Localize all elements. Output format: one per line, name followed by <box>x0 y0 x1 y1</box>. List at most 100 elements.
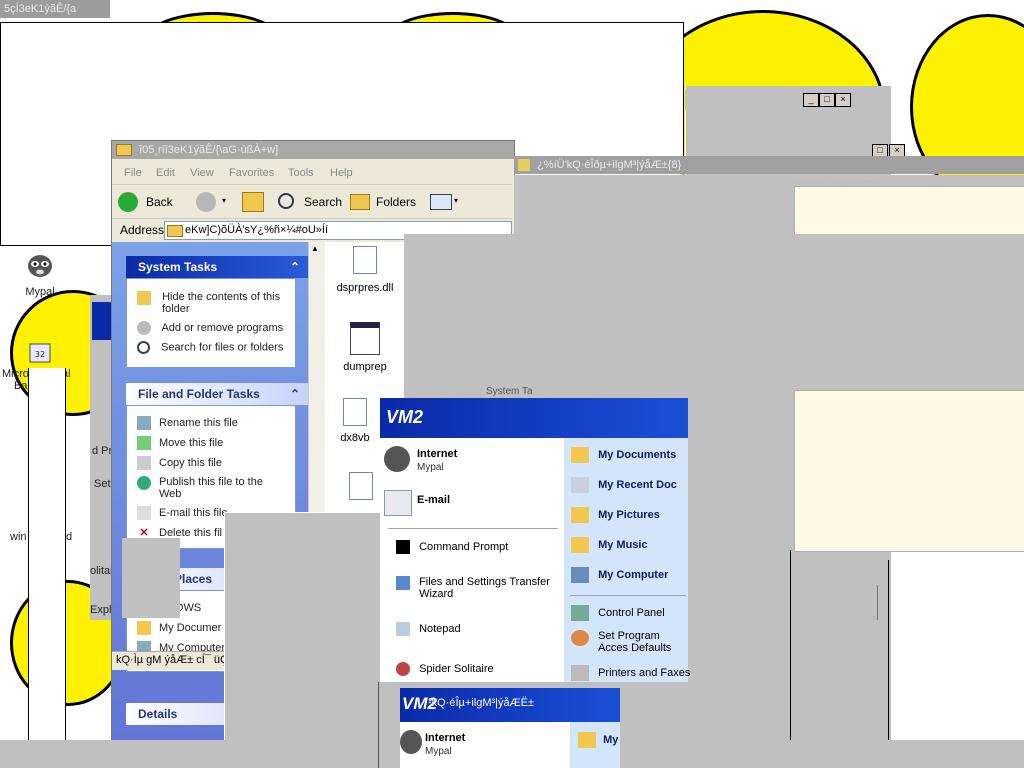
user-name: VM2 <box>386 407 424 427</box>
menu-view[interactable]: View <box>190 167 214 179</box>
start-right-control-panel[interactable]: Control Panel <box>571 605 665 621</box>
file-item-dx8vb[interactable]: dx8vb <box>335 398 375 444</box>
scroll-up-icon[interactable]: ▲ <box>311 244 319 253</box>
file-item-dsprpres[interactable]: dsprpres.dll <box>335 246 395 294</box>
task-rename[interactable]: Rename this file <box>137 416 238 430</box>
task-label: Move this file <box>159 436 224 449</box>
top-window-titlebar[interactable]: 5çÍ3eK1ýãÊ/{a <box>0 0 110 18</box>
menu-help[interactable]: Help <box>330 167 353 179</box>
desktop-icon-mypal[interactable] <box>22 248 58 284</box>
window-title: ¿%íÜ'kQ·éÎðµ+ilgM³|ýåÆ±{8} <box>537 159 682 171</box>
chevron-down-icon[interactable]: ▾ <box>454 196 458 205</box>
dialog-titlebar[interactable]: ¿%íÜ'kQ·éÎðµ+ilgM³|ýåÆ±{8} <box>514 156 1024 174</box>
task-hide-contents[interactable]: Hide the contents of this folder <box>137 291 282 315</box>
system-tasks-header[interactable]: System Tasks ⌃ <box>126 256 308 278</box>
status-bar: kQ·Ìµ gM ýåÆ± cÍ¯ üÇ <box>112 651 228 670</box>
start-right-label: My Documents <box>598 448 677 461</box>
explorer-titlebar[interactable]: î05¸ríî3eK1ýãÊ/{\aG·ùßÀ+w] <box>112 141 514 159</box>
frame-line <box>888 560 889 740</box>
menu-favorites[interactable]: Favorites <box>229 167 274 179</box>
task-label: Rename this file <box>159 416 238 429</box>
program-notepad[interactable]: Notepad <box>396 622 461 636</box>
place-my-documents[interactable]: My Documer <box>137 621 221 635</box>
file-item-partial[interactable] <box>349 472 373 500</box>
search-label: Search <box>304 195 343 209</box>
start-right-my-documents[interactable]: My Documents <box>571 447 676 463</box>
views-icon[interactable] <box>430 194 452 210</box>
exe-icon: 32 <box>29 343 51 363</box>
desktop-icon-app[interactable]: 32 <box>26 340 54 368</box>
start-menu-2-header: VM2 ¹kQ·éÎµ+ilgM³|ýåÆË± <box>400 688 620 722</box>
svg-text:32: 32 <box>35 350 45 359</box>
ghost-block <box>224 512 401 743</box>
minimize-button[interactable]: _ <box>803 93 819 107</box>
search-icon <box>137 341 150 354</box>
task-add-remove[interactable]: Add or remove programs <box>137 321 283 335</box>
task-label: Copy this file <box>159 456 222 469</box>
task-search[interactable]: Search for files or folders <box>137 341 283 354</box>
desktop-icon-label: d <box>66 531 73 543</box>
start-right-program-access[interactable]: Set Program Acces Defaults <box>571 630 690 654</box>
search-icon <box>278 193 294 209</box>
close-button[interactable]: × <box>835 93 851 107</box>
task-publish[interactable]: Publish this file to the Web <box>137 476 269 500</box>
start-right-my-computer[interactable]: My Computer <box>571 567 668 583</box>
partial-text: d Pr <box>92 445 113 457</box>
file-name: dumprep <box>343 361 387 373</box>
panel-title: System Tasks <box>138 260 218 274</box>
folders-label: Folders <box>376 195 417 209</box>
maximize-button[interactable]: □ <box>819 93 835 107</box>
start-right-printers[interactable]: Printers and Faxes <box>571 665 690 681</box>
chevron-down-icon[interactable]: ▾ <box>222 196 226 205</box>
start-item-email[interactable]: E-mail <box>384 488 554 518</box>
frame-line <box>790 550 791 740</box>
program-transfer-wizard[interactable]: Files and Settings Transfer Wizard <box>396 576 555 600</box>
task-label: E-mail this file <box>159 506 228 519</box>
raccoon-icon <box>28 255 52 277</box>
scrollbar[interactable]: ▲ <box>308 242 325 532</box>
collapse-icon: ⌃ <box>289 387 300 401</box>
menu-tools[interactable]: Tools <box>288 167 314 179</box>
rename-icon <box>137 416 151 430</box>
pictures-icon <box>571 507 589 523</box>
task-copy[interactable]: Copy this file <box>137 456 222 470</box>
program-spider-solitaire[interactable]: Spider Solitaire <box>396 662 494 676</box>
recent-icon <box>571 477 589 493</box>
email-icon <box>137 506 151 520</box>
start-right-label: Control Panel <box>598 606 665 619</box>
program-label: Command Prompt <box>419 540 509 553</box>
forward-arrow-icon[interactable] <box>196 192 216 212</box>
folder-icon <box>167 225 183 237</box>
start-item-internet[interactable]: Internet Mypal <box>400 728 560 760</box>
task-label: Publish this file to the Web <box>159 476 263 500</box>
start-item-internet[interactable]: Internet Mypal <box>384 444 554 476</box>
panel-title: Details <box>138 707 178 721</box>
task-label: Hide the contents of this folder <box>162 291 281 315</box>
file-name: dsprpres.dll <box>336 282 394 294</box>
address-label: Address <box>120 223 165 237</box>
menu-file[interactable]: File <box>124 167 142 179</box>
system-tasks-body: Hide the contents of this folder Add or … <box>126 278 296 368</box>
file-item-dumprep[interactable]: dumprep <box>335 322 395 373</box>
email-icon <box>384 490 412 516</box>
start-item-title: E-mail <box>417 494 451 506</box>
start-right-my-documents[interactable]: My <box>578 732 618 748</box>
task-move[interactable]: Move this file <box>137 436 223 450</box>
start-right-my-music[interactable]: My Music <box>571 537 648 553</box>
cream-panel-top <box>794 186 1024 236</box>
start-right-recent[interactable]: My Recent Doc <box>571 477 677 493</box>
menu-edit[interactable]: Edit <box>156 167 175 179</box>
defaults-icon <box>571 630 589 646</box>
task-label: Search for files or folders <box>161 341 284 354</box>
partial-text: olitai <box>90 565 113 577</box>
desktop-icon-label: Mypal <box>25 286 55 298</box>
start-right-my-pictures[interactable]: My Pictures <box>571 507 660 523</box>
program-command-prompt[interactable]: Command Prompt <box>396 540 508 554</box>
file-name: dx8vb <box>340 432 370 444</box>
up-folder-icon[interactable] <box>242 192 264 212</box>
control-panel-icon <box>571 605 589 621</box>
back-arrow-icon <box>118 192 138 212</box>
start-right-label: My Recent Doc <box>598 478 677 491</box>
file-tasks-header[interactable]: File and Folder Tasks ⌃ <box>126 383 308 405</box>
task-email[interactable]: E-mail this file <box>137 506 227 520</box>
